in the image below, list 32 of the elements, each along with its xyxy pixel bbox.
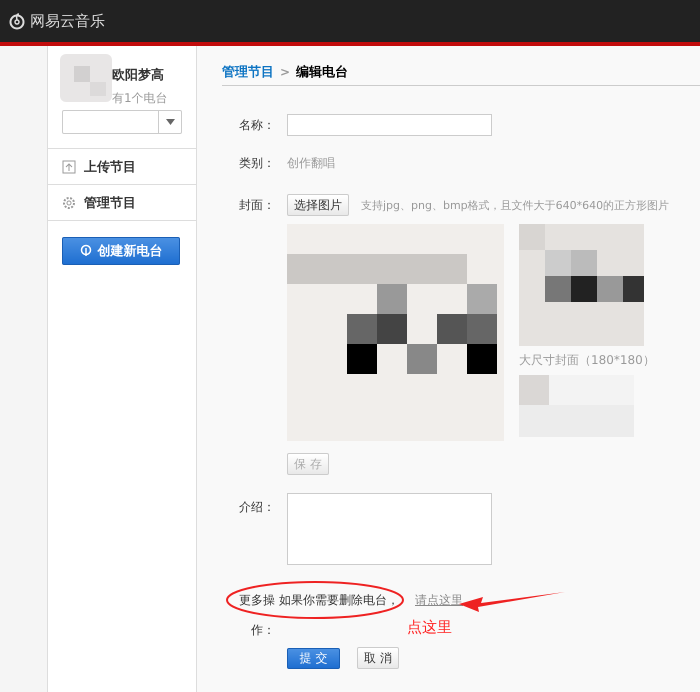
delete-hint: 如果你需要删除电台， (279, 592, 399, 609)
field-label: 名称： (238, 116, 275, 134)
category-value: 创作翻唱 (287, 155, 335, 172)
submit-button[interactable]: 提 交 (287, 648, 340, 668)
create-station-button[interactable]: 创建新电台 (62, 237, 180, 265)
cancel-button[interactable]: 取 消 (357, 647, 399, 669)
gear-icon (62, 196, 76, 210)
caret-icon (166, 119, 174, 125)
intro-field[interactable] (287, 493, 492, 565)
field-label: 封面： (238, 196, 275, 214)
annotation-note: 点这里 (407, 618, 452, 637)
user-name: 欧阳梦高 (112, 66, 165, 84)
breadcrumb-link[interactable]: 管理节目 (222, 62, 274, 80)
field-label: 更多操作： (238, 592, 275, 639)
delete-link[interactable]: 请点这里 (415, 585, 463, 615)
station-dropdown[interactable] (62, 110, 182, 134)
avatar (60, 54, 112, 102)
field-label: 类别： (238, 155, 275, 172)
cover-hint: 支持jpg、png、bmp格式，且文件大于640*640的正方形图片 (361, 198, 670, 212)
large-cover-caption: 大尺寸封面（180*180） (519, 352, 655, 369)
field-label: 介绍： (238, 499, 275, 516)
breadcrumb-current: 编辑电台 (296, 64, 348, 80)
breadcrumb-separator: > (280, 64, 290, 78)
station-count: 有1个电台 (112, 90, 168, 107)
sidebar-item[interactable]: 上传节目 (48, 148, 196, 184)
logo-icon (8, 12, 26, 30)
app-title: 网易云音乐 (30, 12, 105, 30)
radio-icon (80, 244, 92, 258)
choose-image-button[interactable]: 选择图片 (287, 194, 349, 216)
sidebar-item[interactable]: 管理节目 (48, 184, 196, 221)
upload-icon (62, 160, 76, 174)
name-field[interactable] (287, 114, 492, 136)
